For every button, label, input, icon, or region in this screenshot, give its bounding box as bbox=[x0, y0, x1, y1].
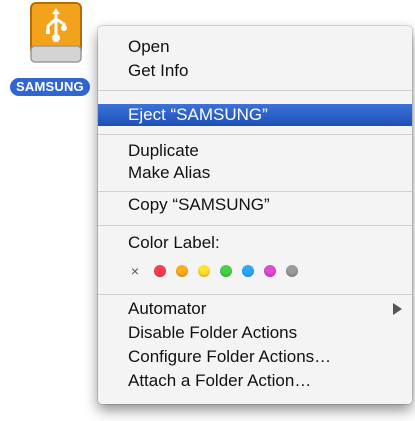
menu-item-color-label: Color Label: bbox=[128, 233, 220, 252]
color-green-swatch[interactable] bbox=[220, 265, 232, 277]
menu-item-attach-folder-action[interactable]: Attach a Folder Action… bbox=[98, 370, 412, 392]
drive-label: SAMSUNG bbox=[10, 78, 90, 96]
color-orange-swatch[interactable] bbox=[176, 265, 188, 277]
color-label-swatches: × bbox=[128, 262, 308, 280]
menu-item-make-alias[interactable]: Make Alias bbox=[98, 162, 412, 184]
menu-separator bbox=[98, 294, 412, 295]
submenu-arrow-icon bbox=[393, 303, 402, 315]
color-gray-swatch[interactable] bbox=[286, 265, 298, 277]
menu-item-disable-folder-actions[interactable]: Disable Folder Actions bbox=[98, 322, 412, 344]
context-menu: Open Get Info Eject “SAMSUNG” Duplicate … bbox=[98, 26, 412, 404]
usb-drive-icon bbox=[30, 2, 82, 63]
menu-separator bbox=[98, 225, 412, 226]
menu-item-eject[interactable]: Eject “SAMSUNG” bbox=[98, 104, 412, 126]
color-none-button[interactable]: × bbox=[128, 263, 142, 279]
color-blue-swatch[interactable] bbox=[242, 265, 254, 277]
menu-separator bbox=[98, 191, 412, 192]
menu-item-copy[interactable]: Copy “SAMSUNG” bbox=[98, 194, 412, 216]
menu-item-automator[interactable]: Automator bbox=[98, 298, 412, 320]
color-yellow-swatch[interactable] bbox=[198, 265, 210, 277]
menu-item-duplicate[interactable]: Duplicate bbox=[98, 140, 412, 162]
menu-item-label: Automator bbox=[128, 299, 207, 318]
drive-icon-group[interactable]: SAMSUNG bbox=[8, 2, 104, 96]
menu-item-configure-folder-actions[interactable]: Configure Folder Actions… bbox=[98, 346, 412, 368]
menu-item-get-info[interactable]: Get Info bbox=[98, 60, 412, 82]
menu-separator bbox=[98, 134, 412, 135]
menu-separator bbox=[98, 90, 412, 91]
color-red-swatch[interactable] bbox=[154, 265, 166, 277]
color-purple-swatch[interactable] bbox=[264, 265, 276, 277]
menu-item-open[interactable]: Open bbox=[98, 36, 412, 58]
